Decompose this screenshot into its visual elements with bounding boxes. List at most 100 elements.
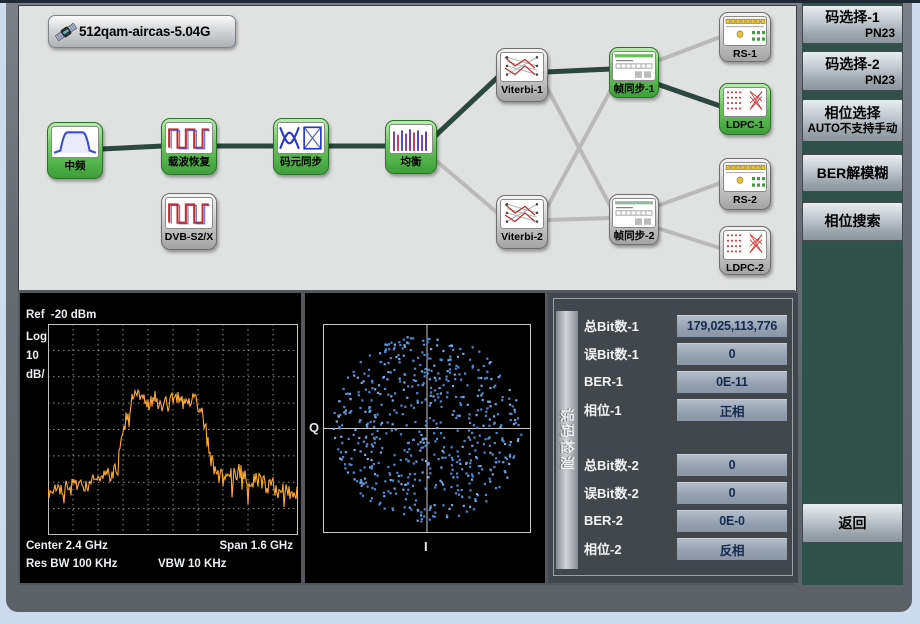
block-equalizer[interactable]: 均衡 — [385, 120, 437, 174]
phase-select-label: 相位选择 — [803, 105, 902, 122]
block-frame-sync-2[interactable]: 帧同步-2 — [609, 194, 659, 245]
error-bits-2-label: 误Bit数-2 — [584, 483, 676, 502]
ber-deambiguity-label: BER解模糊 — [803, 165, 902, 182]
link-viterbi2-frame2 — [548, 218, 611, 220]
block-rs2-label: RS-2 — [733, 194, 757, 207]
trellis-icon — [500, 52, 544, 82]
link-if-carrier — [101, 146, 163, 149]
ber-2-row: BER-2 0E-0 — [584, 510, 787, 531]
link-eq-viterbi2 — [433, 158, 501, 216]
sidebar-menu: 码选择-1 PN23 码选择-2 PN23 相位选择 AUTO不支持手动 BER… — [802, 3, 903, 585]
code-select-1-label: 码选择-1 — [803, 9, 902, 26]
frame-structure-icon — [612, 198, 656, 228]
phase-1-label: 相位-1 — [584, 400, 676, 419]
spectrum-plot — [48, 324, 298, 535]
error-bits-1-label: 误Bit数-1 — [584, 344, 676, 363]
block-rs-1[interactable]: RS-1 — [719, 12, 771, 62]
code-select-2-button[interactable]: 码选择-2 PN23 — [802, 51, 903, 91]
block-ldpc-2[interactable]: LDPC-2 — [719, 226, 771, 275]
block-rs1-label: RS-1 — [733, 48, 757, 61]
block-viterbi-2[interactable]: Viterbi-2 — [496, 195, 548, 249]
block-dvb-s2x[interactable]: DVB-S2/X — [161, 193, 217, 250]
signal-chain-diagram: 中频 载波恢复 DVB-S2/X 码元同步 — [18, 5, 797, 292]
block-if-label: 中频 — [65, 160, 86, 173]
signal-title-label: 512qam-aircas-5.04G — [79, 24, 210, 39]
ref-level-value: -20 dBm — [51, 309, 96, 321]
total-bits-1-row: 总Bit数-1 179,025,113,776 — [584, 315, 787, 336]
code-select-2-value: PN23 — [803, 73, 902, 87]
spectrum-trace-svg — [48, 324, 298, 535]
link-frame2-ldpc2 — [657, 228, 723, 249]
block-frame2-label: 帧同步-2 — [614, 230, 655, 243]
center-freq-label: Center 2.4 GHz — [26, 540, 108, 552]
back-button[interactable]: 返回 — [802, 503, 903, 543]
link-frame2-rs2 — [657, 182, 723, 206]
total-bits-2-value: 0 — [677, 454, 787, 476]
error-bits-2-value: 0 — [677, 482, 787, 504]
block-viterbi1-label: Viterbi-1 — [501, 84, 543, 97]
block-dvb-label: DVB-S2/X — [165, 231, 213, 244]
phase-2-label: 相位-2 — [584, 539, 676, 558]
block-if[interactable]: 中频 — [47, 122, 103, 179]
block-frame1-label: 帧同步-1 — [614, 83, 655, 96]
error-bits-2-row: 误Bit数-2 0 — [584, 482, 787, 503]
ber-status-panel: 误码检测 总Bit数-1 179,025,113,776 误Bit数-1 0 B… — [548, 293, 798, 583]
block-ldpc2-label: LDPC-2 — [726, 262, 764, 275]
shift-register-icon — [723, 162, 767, 192]
ber-2-label: BER-2 — [584, 513, 676, 528]
log-label: Log — [26, 331, 47, 343]
error-detection-strip: 误码检测 — [556, 311, 578, 569]
block-viterbi2-label: Viterbi-2 — [501, 231, 543, 244]
spectrum-analyzer-panel: Ref -20 dBm Log 10 dB/ Center 2.4 GHz Sp… — [20, 293, 301, 583]
signal-title-button[interactable]: 512qam-aircas-5.04G — [48, 15, 236, 48]
block-carrier-recovery[interactable]: 载波恢复 — [161, 118, 217, 175]
frame-structure-icon — [612, 51, 656, 81]
block-symbol-sync[interactable]: 码元同步 — [273, 118, 329, 175]
link-viterbi1-frame1 — [546, 69, 611, 72]
scale-value: 10 — [26, 350, 39, 362]
ber-rows: 总Bit数-1 179,025,113,776 误Bit数-1 0 BER-1 … — [584, 315, 787, 559]
phase-search-button[interactable]: 相位搜索 — [802, 202, 903, 241]
instrument-screen: { "window": { "title": "512qam-aircas-5.… — [0, 0, 920, 624]
ber-1-label: BER-1 — [584, 374, 676, 389]
phase-select-value: AUTO不支持手动 — [803, 122, 902, 136]
ref-level-label: Ref -20 dBm — [26, 309, 96, 321]
block-carrier-label: 载波恢复 — [168, 156, 210, 169]
eye-diagram-icon — [277, 122, 325, 154]
q-axis-label: Q — [309, 420, 319, 435]
total-bits-1-label: 总Bit数-1 — [584, 316, 676, 335]
phase-select-button[interactable]: 相位选择 AUTO不支持手动 — [802, 99, 903, 142]
pulse-train-icon — [165, 122, 213, 154]
phase-2-row: 相位-2 反相 — [584, 538, 787, 559]
spectrum-shape-icon — [51, 126, 99, 158]
code-select-1-button[interactable]: 码选择-1 PN23 — [802, 5, 903, 44]
span-label: Span 1.6 GHz — [220, 540, 294, 552]
total-bits-2-row: 总Bit数-2 0 — [584, 454, 787, 475]
window-top-edge — [0, 0, 920, 3]
group-spacer — [584, 427, 787, 447]
block-rs-2[interactable]: RS-2 — [719, 158, 771, 210]
block-symbol-label: 码元同步 — [280, 156, 322, 169]
constellation-panel: Q I — [305, 293, 545, 583]
code-select-2-label: 码选择-2 — [803, 56, 902, 73]
shift-register-icon — [723, 16, 767, 46]
trellis-icon — [500, 199, 544, 229]
constellation-svg — [323, 324, 531, 533]
phase-1-row: 相位-1 正相 — [584, 399, 787, 420]
block-frame-sync-1[interactable]: 帧同步-1 — [609, 47, 659, 98]
link-frame1-rs1 — [657, 36, 723, 61]
back-button-label: 返回 — [803, 515, 902, 532]
vbw-label: VBW 10 KHz — [158, 558, 226, 570]
link-frame1-ldpc1 — [657, 84, 723, 107]
code-select-1-value: PN23 — [803, 26, 902, 40]
error-bits-1-row: 误Bit数-1 0 — [584, 343, 787, 364]
phase-2-value: 反相 — [677, 538, 787, 560]
block-ldpc-1[interactable]: LDPC-1 — [719, 83, 771, 135]
ber-1-value: 0E-11 — [677, 371, 787, 393]
tanner-graph-icon — [723, 87, 767, 117]
block-eq-label: 均衡 — [401, 156, 422, 169]
link-eq-viterbi1 — [433, 76, 499, 138]
ber-deambiguity-button[interactable]: BER解模糊 — [802, 154, 903, 192]
satellite-icon — [53, 19, 79, 45]
block-viterbi-1[interactable]: Viterbi-1 — [496, 48, 548, 102]
